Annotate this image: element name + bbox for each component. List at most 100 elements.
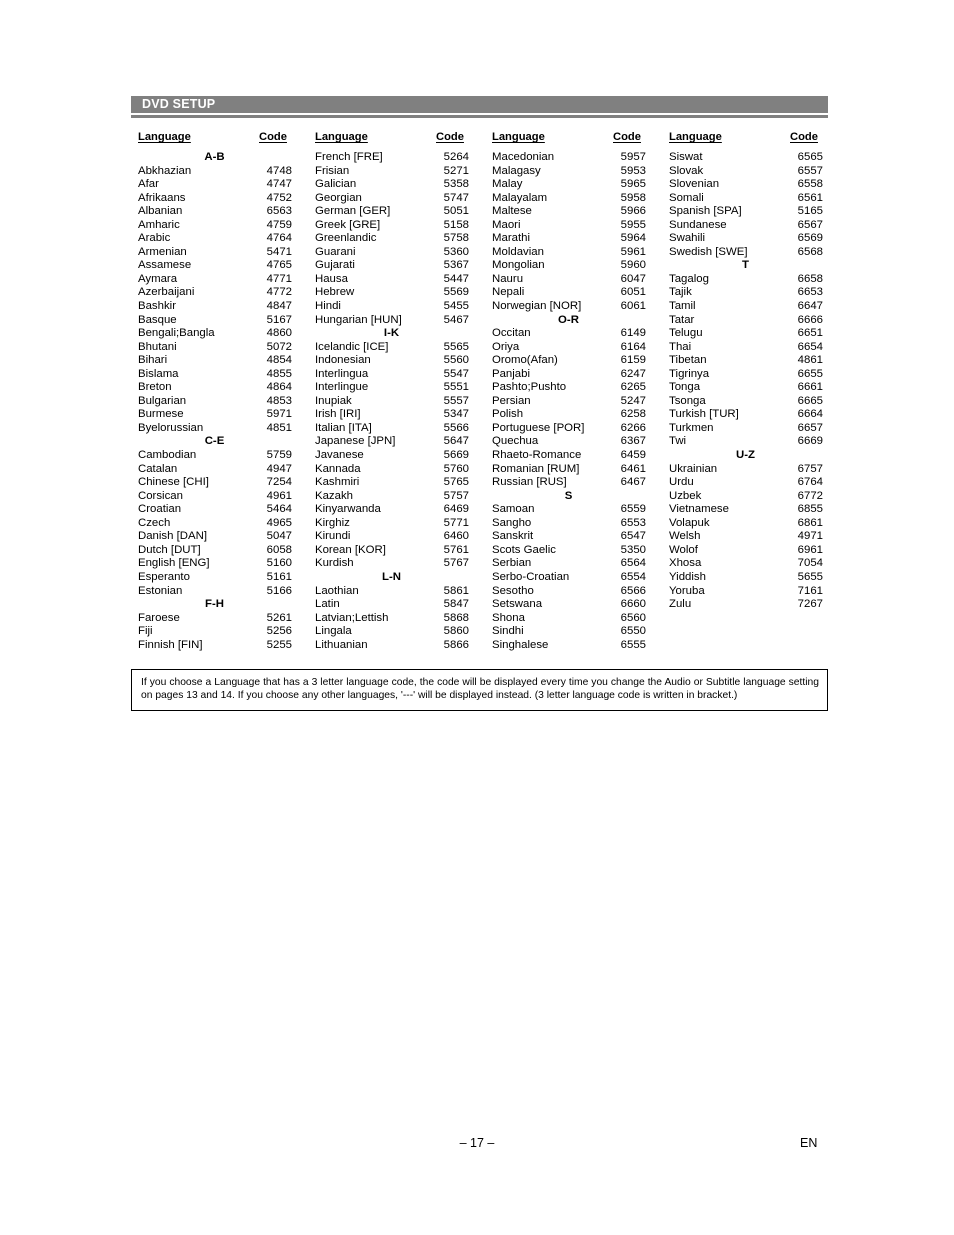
language-code: 5771	[443, 516, 469, 529]
table-row: Guarani 5360	[308, 246, 485, 260]
table-row: Lingala 5860	[308, 625, 485, 639]
column-header-row: Language Code Language Code Language Cod…	[131, 131, 828, 147]
table-row: German [GER] 5051	[308, 205, 485, 219]
language-code: 5160	[266, 557, 292, 570]
table-row: Bislama 4855	[131, 368, 308, 382]
table-row: Esperanto 5161	[131, 571, 308, 585]
table-row: Abkhazian 4748	[131, 165, 308, 179]
table-row: Catalan 4947	[131, 463, 308, 477]
table-row: Norwegian [NOR] 6061	[485, 300, 662, 314]
language-code: 4752	[266, 191, 292, 204]
table-row: Sindhi 6550	[485, 625, 662, 639]
table-row: Mongolian 5960	[485, 259, 662, 273]
table-row: English [ENG] 5160	[131, 557, 308, 571]
language-code: 6655	[797, 367, 823, 380]
table-group-label: L-N	[382, 570, 401, 583]
table-row: Greek [GRE] 5158	[308, 219, 485, 233]
language-code: 4748	[266, 164, 292, 177]
language-code: 4853	[266, 394, 292, 407]
table-row: Oriya 6164	[485, 341, 662, 355]
language-code: 5847	[443, 598, 469, 611]
table-row: Bhutani 5072	[131, 341, 308, 355]
language-code: 4861	[797, 354, 823, 367]
language-code: 5866	[443, 638, 469, 651]
table-row: Sanskrit 6547	[485, 530, 662, 544]
language-code: 6258	[620, 408, 646, 421]
language-code: 5861	[443, 584, 469, 597]
table-group-header: L-N	[308, 571, 485, 585]
table-group-label: S	[564, 489, 573, 502]
table-row: Cambodian 5759	[131, 449, 308, 463]
table-row: Dutch [DUT] 6058	[131, 544, 308, 558]
language-code: 6647	[797, 300, 823, 313]
language-code: 5347	[443, 408, 469, 421]
language-code: 6961	[797, 543, 823, 556]
table-row: Malagasy 5953	[485, 165, 662, 179]
language-code: 5557	[443, 394, 469, 407]
table-row: Macedonian 5957	[485, 151, 662, 165]
language-code: 5264	[443, 151, 469, 163]
table-row: Polish 6258	[485, 408, 662, 422]
language-code: 5471	[266, 245, 292, 258]
language-code: 4971	[797, 530, 823, 543]
language-code: 4854	[266, 354, 292, 367]
table-group-label: C-E	[204, 435, 225, 448]
language-code: 5165	[797, 205, 823, 218]
table-row: Inupiak 5557	[308, 395, 485, 409]
language-code: 6669	[797, 435, 823, 448]
language-code: 6565	[797, 151, 823, 163]
table-row: Quechua 6367	[485, 435, 662, 449]
table-row: Somali 6561	[662, 192, 839, 206]
language-code: 5455	[443, 300, 469, 313]
language-code: 6657	[797, 421, 823, 434]
language-code: 6164	[620, 340, 646, 353]
language-code: 6563	[266, 205, 292, 218]
table-row: Swahili 6569	[662, 232, 839, 246]
language-code: 4772	[266, 286, 292, 299]
language-code: 6557	[797, 164, 823, 177]
table-row: Shona 6560	[485, 612, 662, 626]
language-code: 5964	[620, 232, 646, 245]
table-row: Byelorussian 4851	[131, 422, 308, 436]
language-code: 6660	[620, 598, 646, 611]
table-row: Panjabi 6247	[485, 368, 662, 382]
language-code: 6553	[620, 516, 646, 529]
table-row: Bashkir 4847	[131, 300, 308, 314]
language-code: 4759	[266, 218, 292, 231]
column-header-code-2: Code	[436, 131, 464, 143]
language-code: 6265	[620, 381, 646, 394]
table-group-label: U-Z	[736, 449, 755, 462]
table-row: Setswana 6660	[485, 598, 662, 612]
language-code: 5868	[443, 611, 469, 624]
language-code: 5953	[620, 164, 646, 177]
table-row: Rhaeto-Romance 6459	[485, 449, 662, 463]
language-code: 6661	[797, 381, 823, 394]
language-code: 5955	[620, 218, 646, 231]
column-header-code-1: Code	[259, 131, 287, 143]
table-row: Sundanese 6567	[662, 219, 839, 233]
table-row: Maltese 5966	[485, 205, 662, 219]
table-row: Azerbaijani 4772	[131, 286, 308, 300]
language-code: 5271	[443, 164, 469, 177]
language-code: 5261	[266, 611, 292, 624]
language-code: 4847	[266, 300, 292, 313]
table-row: Kazakh 5757	[308, 490, 485, 504]
language-code: 5467	[443, 313, 469, 326]
table-row: Fiji 5256	[131, 625, 308, 639]
table-column-3: Macedonian 5957 Malagasy 5953 Malay 5965 Malay…	[485, 151, 662, 652]
table-row: Interlingua 5547	[308, 368, 485, 382]
table-row: Hindi 5455	[308, 300, 485, 314]
language-code: 4855	[266, 367, 292, 380]
language-code: 5960	[620, 259, 646, 272]
table-row: Hebrew 5569	[308, 286, 485, 300]
language-code: 5560	[443, 354, 469, 367]
table-row: Indonesian 5560	[308, 354, 485, 368]
language-code: 6654	[797, 340, 823, 353]
table-row: Aymara 4771	[131, 273, 308, 287]
table-column-4: Siswat 6565 Slovak 6557 Slovenian 6558 Somali 6…	[662, 151, 839, 612]
table-row: Danish [DAN] 5047	[131, 530, 308, 544]
language-code: 6367	[620, 435, 646, 448]
language-code: 4771	[266, 272, 292, 285]
language-code: 6566	[620, 584, 646, 597]
language-code: 5761	[443, 543, 469, 556]
